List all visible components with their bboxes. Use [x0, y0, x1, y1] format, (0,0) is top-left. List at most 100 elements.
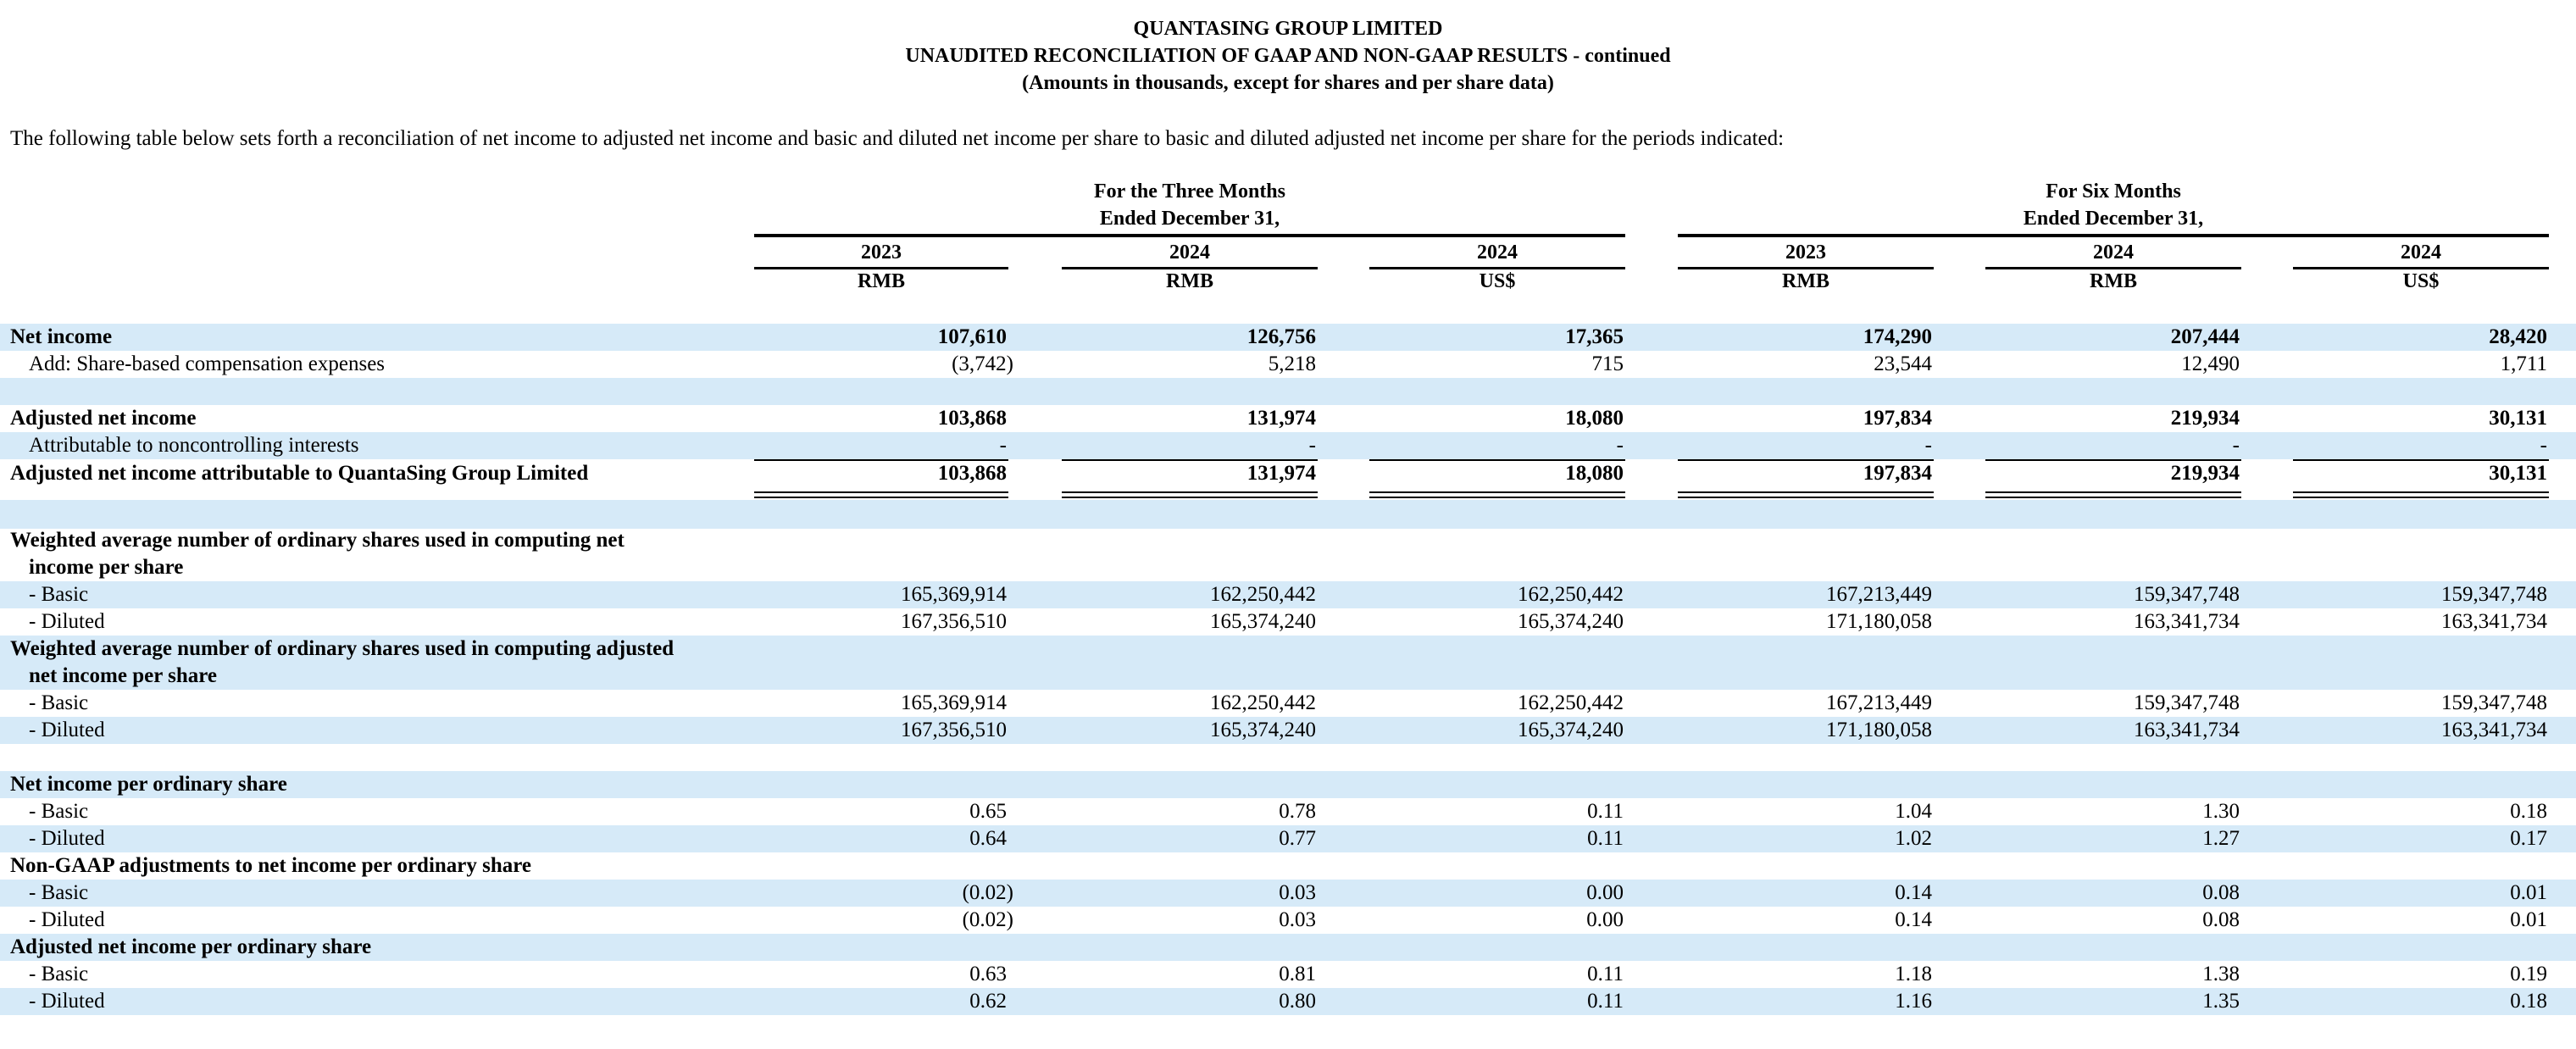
value-cell: 1.02	[1895, 827, 1932, 850]
value-cell: 0.11	[1587, 827, 1624, 850]
value-cell: 0.11	[1587, 800, 1624, 823]
value-cell: -	[999, 434, 1007, 457]
row-label: - Diluted	[29, 908, 105, 931]
row-wa-net-diluted: - Diluted 167,356,510 165,374,240 165,374,…	[0, 608, 2576, 636]
row-adjusted-net-income: Adjusted net income 103,868 131,974 18,080…	[0, 405, 2576, 432]
column-header: 2024	[1062, 240, 1318, 265]
value-cell: 0.77	[1279, 827, 1316, 850]
row-label: - Basic	[29, 800, 89, 823]
value-cell: 0.14	[1895, 881, 1932, 904]
value-cell: 1.38	[2202, 963, 2240, 985]
value-cell: 219,934	[2170, 407, 2240, 430]
group-six-months-line1: For Six Months	[2046, 180, 2181, 203]
row-adj-eps-basic: - Basic 0.63 0.81 0.11 1.18 1.38 0.19	[0, 961, 2576, 988]
subtotal-rule	[2293, 459, 2549, 461]
row-wa-adj-heading: Weighted average number of ordinary shar…	[0, 636, 2576, 690]
column-header: 2023	[754, 240, 1008, 265]
value-cell: 171,180,058	[1826, 719, 1932, 741]
row-label: Adjusted net income	[10, 407, 197, 430]
value-cell: 171,180,058	[1826, 610, 1932, 633]
value-cell: 163,341,734	[2134, 610, 2240, 633]
value-cell: 159,347,748	[2441, 583, 2547, 606]
value-cell: 165,374,240	[1518, 610, 1624, 633]
total-double-rule	[1369, 491, 1625, 498]
value-cell: 159,347,748	[2134, 691, 2240, 714]
row-wa-adj-basic: - Basic 165,369,914 162,250,442 162,250,44…	[0, 690, 2576, 717]
column-currency: US$	[2402, 270, 2440, 292]
column-currency: RMB	[1166, 270, 1213, 292]
value-cell: 131,974	[1246, 407, 1316, 430]
value-cell: 0.08	[2202, 881, 2240, 904]
value-cell: 0.01	[2510, 881, 2547, 904]
value-cell: 0.18	[2510, 800, 2547, 823]
value-cell: 0.62	[969, 990, 1007, 1013]
row-wa-net-basic: - Basic 165,369,914 162,250,442 162,250,44…	[0, 581, 2576, 608]
value-cell: -	[1924, 434, 1932, 457]
column-year: 2023	[861, 241, 902, 264]
value-cell: 165,369,914	[901, 691, 1007, 714]
column-currency: RMB	[2090, 270, 2137, 292]
value-cell: 0.01	[2510, 908, 2547, 931]
row-label: Weighted average number of ordinary shar…	[10, 637, 675, 660]
row-label: Adjusted net income attributable to Quan…	[10, 462, 589, 485]
row-label-continued: income per share	[29, 556, 184, 579]
value-cell: 12,490	[2181, 352, 2240, 375]
column-currency: RMB	[1782, 270, 1829, 292]
row-band	[0, 378, 2576, 405]
report-subtitle: (Amounts in thousands, except for shares…	[1022, 72, 1554, 94]
value-cell: 0.80	[1279, 990, 1316, 1013]
row-nongaap-heading: Non-GAAP adjustments to net income per o…	[0, 852, 2576, 880]
row-label: - Diluted	[29, 610, 105, 633]
row-share-based-compensation: Add: Share-based compensation expenses (…	[0, 351, 2576, 378]
row-label: - Basic	[29, 583, 89, 606]
total-double-rule	[754, 491, 1008, 498]
value-cell: 0.18	[2510, 990, 2547, 1013]
row-adjusted-net-income-attributable: Adjusted net income attributable to Quan…	[0, 463, 2576, 490]
row-label: Weighted average number of ordinary shar…	[10, 529, 625, 552]
row-label: - Basic	[29, 963, 89, 985]
row-label: Attributable to noncontrolling interests	[29, 434, 359, 457]
value-cell: 159,347,748	[2134, 583, 2240, 606]
value-cell: 162,250,442	[1518, 583, 1624, 606]
value-cell: 162,250,442	[1210, 691, 1316, 714]
value-cell: 165,374,240	[1210, 719, 1316, 741]
row-eps-basic: - Basic 0.65 0.78 0.11 1.04 1.30 0.18	[0, 798, 2576, 825]
subtotal-rule	[1678, 459, 1934, 461]
total-double-rule	[1678, 491, 1934, 498]
column-header: 2024	[1985, 240, 2241, 265]
value-cell: 0.03	[1279, 881, 1316, 904]
column-year: 2024	[1169, 241, 1210, 264]
value-cell: 30,131	[2489, 407, 2547, 430]
row-label: Add: Share-based compensation expenses	[29, 352, 386, 375]
row-label: Adjusted net income per ordinary share	[10, 935, 372, 958]
value-cell: 1.27	[2202, 827, 2240, 850]
value-cell: (3,742)	[952, 352, 1013, 375]
value-cell: 126,756	[1246, 325, 1316, 348]
value-cell: 167,356,510	[901, 719, 1007, 741]
row-label: - Basic	[29, 881, 89, 904]
column-header: 2024	[1369, 240, 1625, 265]
row-label: - Diluted	[29, 827, 105, 850]
value-cell: 103,868	[937, 407, 1007, 430]
value-cell: (0.02)	[962, 908, 1013, 931]
value-cell: -	[1616, 434, 1624, 457]
value-cell: 28,420	[2489, 325, 2547, 348]
row-adj-eps-heading: Adjusted net income per ordinary share	[0, 934, 2576, 961]
group-six-months-line2: Ended December 31,	[2023, 208, 2204, 230]
total-double-rule	[1985, 491, 2241, 498]
row-adj-eps-diluted: - Diluted 0.62 0.80 0.11 1.16 1.35 0.18	[0, 988, 2576, 1015]
value-cell: 219,934	[2170, 462, 2240, 485]
column-header: 2023	[1678, 240, 1934, 265]
column-currency: RMB	[858, 270, 905, 292]
row-nongaap-basic: - Basic (0.02) 0.03 0.00 0.14 0.08 0.01	[0, 880, 2576, 907]
row-label: Non-GAAP adjustments to net income per o…	[10, 854, 532, 877]
total-double-rule	[1062, 491, 1318, 498]
value-cell: 167,213,449	[1826, 583, 1932, 606]
row-label: - Basic	[29, 691, 89, 714]
value-cell: 0.14	[1895, 908, 1932, 931]
value-cell: 5,218	[1268, 352, 1316, 375]
value-cell: 207,444	[2170, 325, 2240, 348]
subtotal-rule	[1985, 459, 2241, 461]
column-currency: US$	[1479, 270, 1516, 292]
row-label-continued: net income per share	[29, 664, 217, 687]
